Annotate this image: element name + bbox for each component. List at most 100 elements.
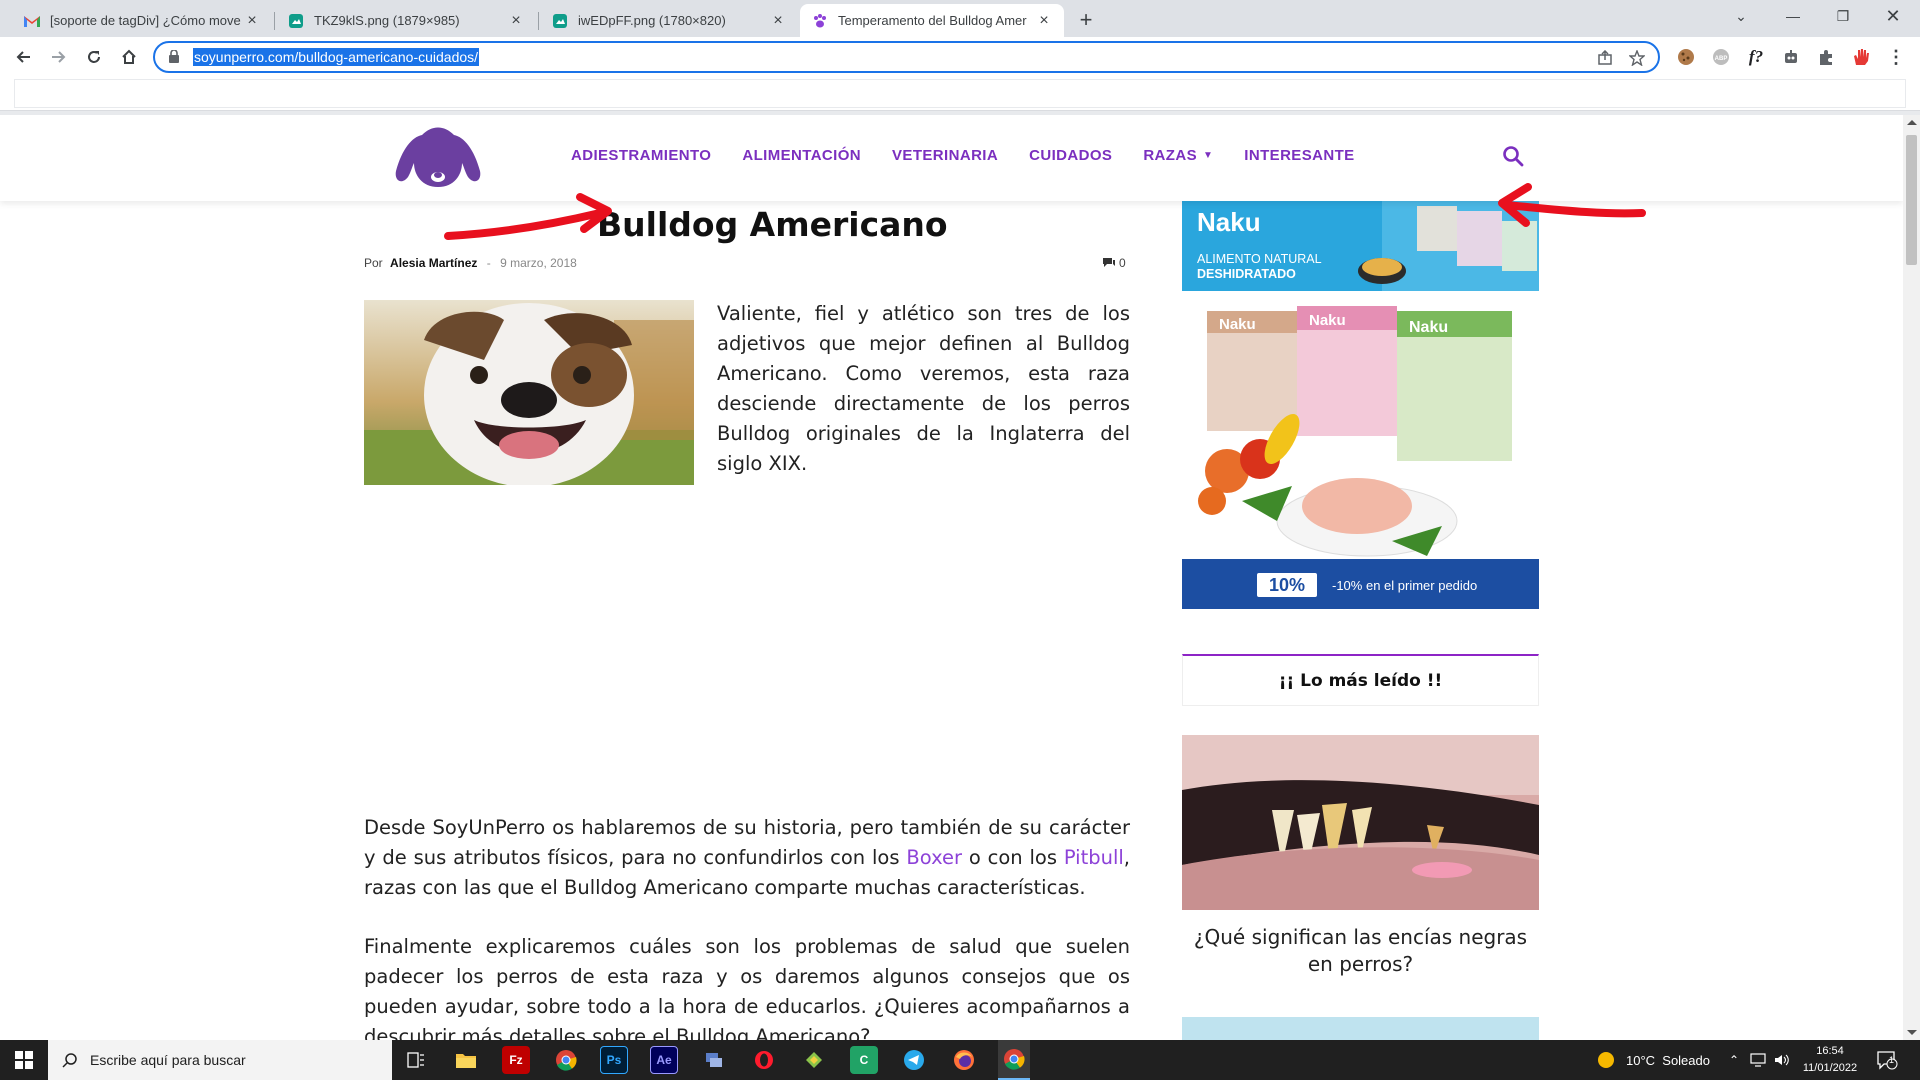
bookmarks-bar [0, 77, 1920, 111]
new-tab-button[interactable]: + [1072, 6, 1100, 34]
telegram-icon[interactable] [900, 1046, 928, 1074]
ad-discount-badge: 10% [1269, 575, 1305, 595]
chrome-active-icon[interactable] [998, 1040, 1030, 1080]
naku-ad-banner[interactable]: Naku ALIMENTO NATURAL DESHIDRATADO Naku … [1182, 201, 1539, 609]
robot-extension-icon[interactable] [1780, 46, 1802, 68]
tray-chevron-icon[interactable]: ⌃ [1729, 1040, 1739, 1080]
boxer-link[interactable]: Boxer [906, 846, 962, 869]
extensions-puzzle-icon[interactable] [1815, 46, 1837, 68]
close-tab-icon[interactable]: × [244, 12, 260, 29]
page-scrollbar[interactable] [1903, 115, 1920, 1040]
home-button[interactable] [116, 44, 142, 70]
ad-discount-text: -10% en el primer pedido [1332, 578, 1477, 593]
tab-image-1[interactable]: TKZ9klS.png (1879×985) × [276, 4, 536, 37]
adblock-extension-icon[interactable]: ABP [1710, 46, 1732, 68]
nav-cuidados[interactable]: CUIDADOS [1029, 147, 1112, 164]
nav-veterinaria[interactable]: VETERINARIA [892, 147, 998, 164]
nav-adiestramiento[interactable]: ADIESTRAMIENTO [571, 147, 711, 164]
filezilla-icon[interactable]: Fz [502, 1046, 530, 1074]
close-tab-icon[interactable]: × [1036, 12, 1052, 29]
nav-razas[interactable]: RAZAS ▼ [1143, 147, 1213, 164]
ad-brand: Naku [1197, 207, 1261, 237]
notification-icon[interactable]: 1 [1876, 1040, 1898, 1080]
tab-title: Temperamento del Bulldog Amer [838, 13, 1027, 28]
restore-icon[interactable]: ❐ [1820, 0, 1866, 32]
system-clock[interactable]: 16:54 11/01/2022 [1795, 1043, 1865, 1077]
byline-prefix: Por [364, 256, 383, 270]
article-intro: Valiente, fiel y atlético son tres de lo… [717, 302, 1130, 475]
weather-text: 10°C Soleado [1626, 1052, 1710, 1068]
sun-icon [1598, 1052, 1614, 1068]
publish-date: 9 marzo, 2018 [500, 256, 577, 270]
photoshop-icon[interactable]: Ps [600, 1046, 628, 1074]
website-viewport: ADIESTRAMIENTO ALIMENTACIÓN VETERINARIA … [0, 115, 1903, 1040]
tab-active-article[interactable]: Temperamento del Bulldog Amer × [800, 4, 1064, 37]
file-explorer-icon[interactable] [452, 1046, 480, 1074]
network-app-icon[interactable] [700, 1046, 728, 1074]
windows-start-icon[interactable] [0, 1040, 48, 1080]
pitbull-link[interactable]: Pitbull [1064, 846, 1124, 869]
network-icon[interactable] [1750, 1040, 1766, 1080]
opera-icon[interactable] [750, 1046, 778, 1074]
bookmark-star-icon[interactable] [1627, 49, 1647, 67]
tab-gmail[interactable]: [soporte de tagDiv] ¿Cómo move × [12, 4, 272, 37]
cookie-extension-icon[interactable] [1675, 46, 1697, 68]
camtasia-icon[interactable]: C [850, 1046, 878, 1074]
paw-icon [812, 13, 828, 29]
scrollbar-thumb[interactable] [1906, 135, 1917, 265]
close-tab-icon[interactable]: × [770, 12, 786, 29]
menu-kebab-icon[interactable]: ⋮ [1885, 46, 1907, 68]
scroll-down-arrow[interactable] [1907, 1030, 1917, 1035]
chrome-icon[interactable] [552, 1046, 580, 1074]
tab-title: TKZ9klS.png (1879×985) [314, 13, 460, 28]
back-button[interactable] [10, 44, 36, 70]
red-arrow-annotation [444, 193, 612, 240]
ad-tagline-1: ALIMENTO NATURAL [1197, 252, 1322, 266]
minimize-icon[interactable]: — [1770, 0, 1816, 32]
url-text[interactable]: soyunperro.com/bulldog-americano-cuidado… [193, 48, 480, 66]
most-read-post-title[interactable]: ¿Qué significan las encías negras en per… [1182, 924, 1539, 978]
green-app-icon[interactable] [800, 1046, 828, 1074]
image-viewer-icon [552, 13, 568, 29]
address-bar[interactable]: soyunperro.com/bulldog-americano-cuidado… [153, 41, 1660, 73]
search-icon[interactable] [1501, 144, 1525, 168]
scroll-up-arrow[interactable] [1907, 120, 1917, 125]
search-icon [62, 1053, 77, 1068]
nav-alimentacion[interactable]: ALIMENTACIÓN [742, 147, 861, 164]
reload-button[interactable] [81, 44, 107, 70]
image-viewer-icon [288, 13, 304, 29]
taskbar-search-placeholder: Escribe aquí para buscar [90, 1052, 246, 1068]
nav-interesante[interactable]: INTERESANTE [1244, 147, 1354, 164]
lock-icon[interactable] [169, 49, 179, 68]
forward-button[interactable] [46, 44, 72, 70]
hand-extension-icon[interactable] [1850, 46, 1872, 68]
after-effects-icon[interactable]: Ae [650, 1046, 678, 1074]
bookmarks-area [14, 79, 1906, 108]
share-icon[interactable] [1595, 49, 1615, 67]
next-post-thumbnail[interactable] [1182, 1017, 1539, 1040]
comment-count[interactable]: 0 [1103, 256, 1126, 270]
ad-box-label: Naku [1219, 316, 1256, 333]
black-gums-photo[interactable] [1182, 735, 1539, 910]
font-finder-extension-icon[interactable]: f? [1745, 46, 1767, 68]
most-read-widget-title: ¡¡ Lo más leído !! [1182, 654, 1539, 706]
close-window-icon[interactable]: ✕ [1870, 0, 1916, 32]
ad-box-label: Naku [1409, 319, 1448, 336]
article-title: Bulldog Americano [597, 205, 948, 244]
comment-count-value: 0 [1119, 256, 1126, 270]
ad-box-label: Naku [1309, 312, 1346, 329]
task-view-icon[interactable] [402, 1046, 430, 1074]
author-link[interactable]: Alesia Martínez [390, 256, 477, 270]
tab-image-2[interactable]: iwEDpFF.png (1780×820) × [540, 4, 798, 37]
firefox-icon[interactable] [950, 1046, 978, 1074]
weather-widget[interactable]: 10°C Soleado [1596, 1040, 1710, 1080]
article-meta: Por Alesia Martínez - 9 marzo, 2018 [364, 256, 577, 270]
tab-search-icon[interactable]: ⌄ [1718, 0, 1764, 32]
chevron-down-icon: ▼ [1202, 150, 1214, 161]
tab-title: [soporte de tagDiv] ¿Cómo move [50, 13, 241, 28]
ad-tagline-2: DESHIDRATADO [1197, 267, 1296, 281]
taskbar-search-box[interactable]: Escribe aquí para buscar [48, 1040, 392, 1080]
volume-icon[interactable] [1774, 1040, 1790, 1080]
close-tab-icon[interactable]: × [508, 12, 524, 29]
meta-separator: - [486, 256, 491, 270]
